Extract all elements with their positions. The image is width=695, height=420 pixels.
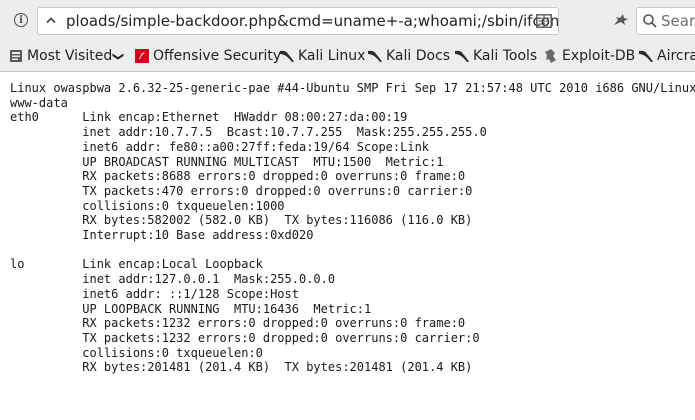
output-line: UP LOOPBACK RUNNING MTU:16436 Metric:1: [10, 301, 372, 316]
aircrack-icon: [638, 48, 654, 64]
bookmark-label: Kali Tools: [473, 48, 538, 64]
output-line: TX packets:1232 errors:0 dropped:0 overr…: [10, 330, 480, 345]
bookmark-aircrack[interactable]: Aircrack: [638, 41, 695, 71]
kali-dragon-icon: [454, 48, 470, 64]
bookmark-exploit-db[interactable]: Exploit-DB: [543, 41, 635, 71]
output-line: TX packets:470 errors:0 dropped:0 overru…: [10, 183, 473, 198]
output-line: Linux owaspbwa 2.6.32-25-generic-pae #44…: [10, 81, 695, 95]
chevron-down-icon: ❯: [112, 51, 126, 61]
output-line: inet addr:127.0.0.1 Mask:255.0.0.0: [10, 272, 336, 287]
info-icon[interactable]: i: [10, 9, 32, 31]
output-line: lo Link encap:Local Loopback: [10, 257, 263, 272]
output-line: www-data: [10, 95, 68, 110]
bookmark-kali-tools[interactable]: Kali Tools: [454, 41, 537, 71]
bookmark-kali-linux[interactable]: Kali Linux: [279, 41, 365, 71]
bookmark-label: Offensive Security: [153, 48, 282, 64]
bookmark-label: Kali Docs: [386, 48, 451, 64]
output-line: RX bytes:582002 (582.0 KB) TX bytes:1160…: [10, 213, 473, 228]
bookmark-label: Aircrack: [657, 48, 695, 64]
output-line: RX packets:1232 errors:0 dropped:0 overr…: [10, 316, 466, 331]
browser-toolbar: i ploads/simple-backdoor.php&cmd=uname+-…: [0, 0, 695, 41]
output-line: inet addr:10.7.7.5 Bcast:10.7.7.255 Mask…: [10, 125, 487, 140]
bookmark-most-visited[interactable]: Most Visited ❯: [8, 41, 126, 71]
chevron-down-icon[interactable]: [42, 12, 60, 30]
command-output: Linux owaspbwa 2.6.32-25-generic-pae #44…: [10, 81, 695, 375]
output-line: inet6 addr: ::1/128 Scope:Host: [10, 286, 299, 301]
offsec-logo-icon: [134, 48, 150, 64]
output-line: collisions:0 txqueuelen:0: [10, 345, 263, 360]
bookmark-kali-docs[interactable]: Kali Docs: [367, 41, 450, 71]
search-input[interactable]: Search: [661, 8, 695, 34]
kali-dragon-icon: [279, 48, 295, 64]
output-line: collisions:0 txqueuelen:1000: [10, 198, 285, 213]
output-line: inet6 addr: fe80::a00:27ff:feda:19/64 Sc…: [10, 139, 430, 154]
output-line: UP BROADCAST RUNNING MULTICAST MTU:1500 …: [10, 154, 444, 169]
output-line: eth0 Link encap:Ethernet HWaddr 08:00:27…: [10, 110, 408, 125]
extension-icon[interactable]: [610, 9, 632, 31]
output-line: RX bytes:201481 (201.4 KB) TX bytes:2014…: [10, 360, 473, 375]
kali-dragon-icon: [367, 48, 383, 64]
page-content: Linux owaspbwa 2.6.32-25-generic-pae #44…: [0, 72, 695, 420]
gear-icon: [8, 48, 24, 64]
bookmark-label: Most Visited: [27, 48, 113, 64]
url-bar[interactable]: ploads/simple-backdoor.php&cmd=uname+-a;…: [37, 7, 559, 35]
output-line: Interrupt:10 Base address:0xd020: [10, 228, 314, 243]
exploit-db-icon: [543, 48, 559, 64]
search-icon: [642, 13, 658, 29]
url-text[interactable]: ploads/simple-backdoor.php&cmd=uname+-a;…: [66, 8, 558, 34]
search-bar[interactable]: Search: [636, 7, 695, 35]
output-line: RX packets:8688 errors:0 dropped:0 overr…: [10, 169, 466, 184]
reader-view-icon[interactable]: [534, 12, 554, 30]
bookmark-label: Exploit-DB: [562, 48, 636, 64]
bookmark-offensive-security[interactable]: Offensive Security: [134, 41, 281, 71]
bookmark-label: Kali Linux: [298, 48, 366, 64]
bookmarks-toolbar: Most Visited ❯ Offensive Security Kali L…: [0, 41, 695, 72]
